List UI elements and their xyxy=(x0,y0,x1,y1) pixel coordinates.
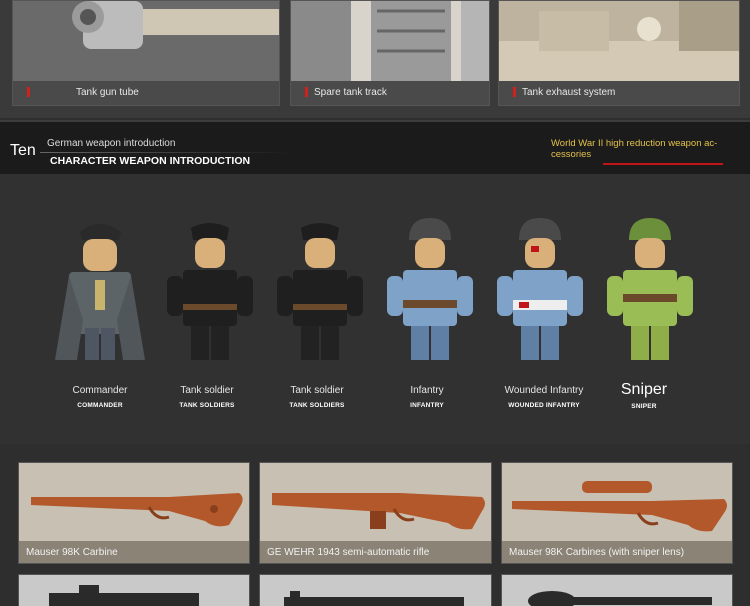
character-label: Sniper SNIPER xyxy=(589,381,699,410)
weapon-caption: Mauser 98K Carbines (with sniper lens) xyxy=(502,541,732,563)
weapon-card: Mauser 98K Carbines (with sniper lens) xyxy=(501,462,733,564)
character-name-upper: INFANTRY xyxy=(410,402,444,409)
weapon-caption: Mauser 98K Carbine xyxy=(19,541,249,563)
character-name-upper: SNIPER xyxy=(631,403,657,410)
character-label: Commander COMMANDER xyxy=(45,385,155,409)
weapon-card: GE WEHR 1943 semi-automatic rifle xyxy=(259,462,492,564)
character-name-upper: TANK SOLDIERS xyxy=(289,402,345,409)
tank-gun-card: Tank gun tube xyxy=(12,0,280,106)
machine-gun-icon xyxy=(284,591,464,606)
character-name: Tank soldier xyxy=(290,385,344,396)
character-name-upper: WOUNDED INFANTRY xyxy=(508,402,580,409)
tank-gun-photo xyxy=(13,1,279,81)
character-name: Wounded Infantry xyxy=(504,385,584,396)
commander-figure xyxy=(55,210,145,360)
tank-parts-strip: Tank gun tube Spare tank track Tank exha… xyxy=(0,0,750,118)
submachine-gun-icon xyxy=(49,585,199,606)
section-right-text: World War II high reduction weapon ac-ce… xyxy=(551,138,718,160)
sniper-figure xyxy=(605,210,695,360)
section-header: Ten German weapon introduction CHARACTER… xyxy=(0,120,750,174)
wounded-infantry-figure xyxy=(495,210,585,360)
header-divider xyxy=(40,152,290,153)
character-name-upper: TANK SOLDIERS xyxy=(179,402,235,409)
red-underline xyxy=(603,163,723,165)
character-name: Sniper xyxy=(620,381,668,398)
red-marker-icon xyxy=(27,87,30,97)
character-label: Infantry INFANTRY xyxy=(372,385,482,409)
red-marker-icon xyxy=(513,87,516,97)
tank-soldier-figure xyxy=(165,210,255,360)
exhaust-photo xyxy=(499,1,739,81)
character-label: Tank soldier TANK SOLDIERS xyxy=(152,385,262,409)
character-name: Tank soldier xyxy=(180,385,234,396)
character-lineup: Commander COMMANDER Tank soldier TANK SOLD… xyxy=(0,174,750,444)
weapon-card xyxy=(501,574,733,606)
infantry-figure xyxy=(385,210,475,360)
character-name: Commander xyxy=(72,385,128,396)
spare-track-photo xyxy=(291,1,489,81)
top-card-caption: Tank gun tube xyxy=(76,86,139,98)
section-subtitle: German weapon introduction xyxy=(47,138,176,149)
character-label: Wounded Infantry WOUNDED INFANTRY xyxy=(489,385,599,409)
spare-track-card: Spare tank track xyxy=(290,0,490,106)
weapon-card xyxy=(18,574,250,606)
exhaust-card: Tank exhaust system xyxy=(498,0,740,106)
product-detail-page: Tank gun tube Spare tank track Tank exha… xyxy=(0,0,750,606)
character-name: Infantry xyxy=(410,385,444,396)
section-number: Ten xyxy=(10,142,36,159)
launcher-icon xyxy=(528,591,712,606)
red-marker-icon xyxy=(305,87,308,97)
weapon-card xyxy=(259,574,492,606)
weapon-card: Mauser 98K Carbine xyxy=(18,462,250,564)
top-card-caption: Spare tank track xyxy=(314,86,387,98)
section-title: CHARACTER WEAPON INTRODUCTION xyxy=(50,155,251,167)
top-card-caption: Tank exhaust system xyxy=(522,86,616,98)
weapon-caption: GE WEHR 1943 semi-automatic rifle xyxy=(260,541,491,563)
character-name-upper: COMMANDER xyxy=(77,402,123,409)
character-label: Tank soldier TANK SOLDIERS xyxy=(262,385,372,409)
tank-soldier-figure xyxy=(275,210,365,360)
